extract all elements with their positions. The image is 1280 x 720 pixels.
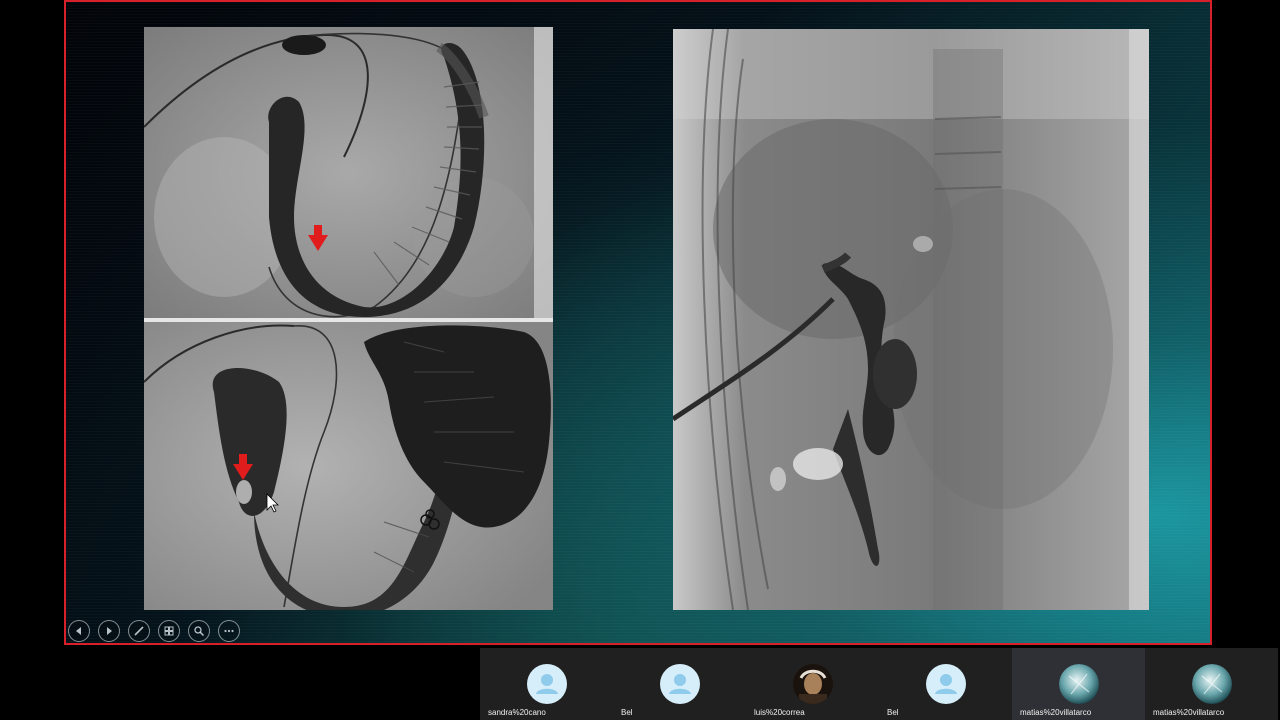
photo-avatar xyxy=(792,664,833,704)
xray-image-top-left xyxy=(144,27,553,318)
globe-avatar xyxy=(1058,664,1099,704)
default-user-icon xyxy=(659,664,700,704)
participant-tile[interactable]: matias%20villatarco xyxy=(1145,648,1278,720)
xray-image-bottom-left xyxy=(144,322,553,610)
default-user-icon xyxy=(526,664,567,704)
pen-icon xyxy=(134,626,144,636)
previous-slide-button[interactable] xyxy=(68,620,90,642)
default-user-icon xyxy=(925,664,966,704)
grid-icon xyxy=(164,626,174,636)
chevron-left-icon xyxy=(76,627,81,635)
shared-screen-frame xyxy=(64,0,1212,645)
presentation-slide xyxy=(66,2,1210,643)
participant-tile[interactable]: Bel xyxy=(879,648,1012,720)
zoom-button[interactable] xyxy=(188,620,210,642)
more-options-button[interactable] xyxy=(218,620,240,642)
participant-name: luis%20correa xyxy=(754,708,805,717)
xray-image-right xyxy=(673,29,1149,610)
magnifier-icon xyxy=(194,626,205,637)
pen-button[interactable] xyxy=(128,620,150,642)
slides-grid-button[interactable] xyxy=(158,620,180,642)
more-icon xyxy=(224,629,234,633)
participant-strip: sandra%20cano Bel luis%20correa Bel mati… xyxy=(480,648,1280,720)
participant-tile[interactable]: sandra%20cano xyxy=(480,648,613,720)
participant-name: Bel xyxy=(621,708,633,717)
participant-tile[interactable]: Bel xyxy=(613,648,746,720)
chevron-right-icon xyxy=(107,627,112,635)
participant-tile[interactable]: luis%20correa xyxy=(746,648,879,720)
participant-tile-active[interactable]: matias%20villatarco xyxy=(1012,648,1145,720)
participant-name: sandra%20cano xyxy=(488,708,546,717)
globe-avatar xyxy=(1191,664,1232,704)
next-slide-button[interactable] xyxy=(98,620,120,642)
participant-name: Bel xyxy=(887,708,899,717)
participant-name: matias%20villatarco xyxy=(1020,708,1092,717)
participant-name: matias%20villatarco xyxy=(1153,708,1225,717)
presentation-controls xyxy=(68,620,240,642)
